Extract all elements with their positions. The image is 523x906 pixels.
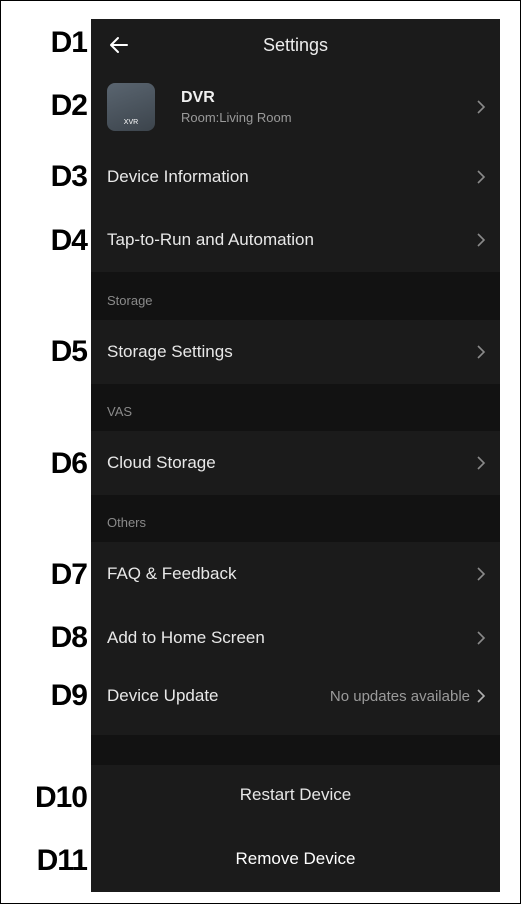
chevron-right-icon xyxy=(477,170,486,184)
callout-d3: D3 xyxy=(50,160,88,193)
callout-d8: D8 xyxy=(50,621,88,654)
restart-device-button[interactable]: Restart Device xyxy=(91,785,500,809)
section-spacer xyxy=(91,735,500,765)
chevron-right-icon xyxy=(477,631,486,645)
device-thumbnail: XVR xyxy=(107,83,155,131)
callout-d10: D10 xyxy=(34,781,88,814)
settings-screen: Settings XVR DVR Room:Living Room Device… xyxy=(91,19,500,892)
callout-d1: D1 xyxy=(50,26,88,59)
device-thumbnail-label: XVR xyxy=(123,119,139,126)
cloud-storage-row[interactable]: Cloud Storage xyxy=(91,432,500,494)
callout-d7: D7 xyxy=(50,558,88,591)
callout-d4: D4 xyxy=(50,224,88,257)
add-to-home-label: Add to Home Screen xyxy=(107,628,265,647)
section-others-label: Others xyxy=(107,515,147,530)
chevron-right-icon xyxy=(477,567,486,581)
device-room: Room:Living Room xyxy=(181,110,292,125)
tap-to-run-label: Tap-to-Run and Automation xyxy=(107,230,314,249)
device-information-label: Device Information xyxy=(107,167,249,186)
device-update-row[interactable]: Device Update No updates available xyxy=(91,669,500,723)
section-others: Others xyxy=(91,495,500,542)
remove-device-button[interactable]: Remove Device xyxy=(91,849,500,873)
chevron-right-icon xyxy=(477,456,486,470)
device-update-label: Device Update xyxy=(107,686,219,705)
device-row[interactable]: XVR DVR Room:Living Room xyxy=(91,77,500,137)
chevron-right-icon xyxy=(477,345,486,359)
chevron-right-icon xyxy=(477,233,486,247)
storage-settings-row[interactable]: Storage Settings xyxy=(91,321,500,383)
chevron-right-icon xyxy=(477,689,486,703)
device-update-status: No updates available xyxy=(329,687,470,705)
storage-settings-label: Storage Settings xyxy=(107,342,233,361)
cloud-storage-label: Cloud Storage xyxy=(107,453,216,472)
callout-d2: D2 xyxy=(50,89,88,122)
faq-feedback-row[interactable]: FAQ & Feedback xyxy=(91,543,500,605)
tap-to-run-row[interactable]: Tap-to-Run and Automation xyxy=(91,210,500,270)
chevron-right-icon xyxy=(477,100,486,114)
section-storage: Storage xyxy=(91,272,500,320)
section-storage-label: Storage xyxy=(107,293,153,308)
callout-d9: D9 xyxy=(50,679,88,712)
section-vas-label: VAS xyxy=(107,404,133,419)
callout-d5: D5 xyxy=(50,335,88,368)
callout-d11: D11 xyxy=(36,844,88,877)
device-name: DVR xyxy=(181,89,215,106)
device-text: DVR Room:Living Room xyxy=(181,89,476,125)
device-information-row[interactable]: Device Information xyxy=(91,147,500,207)
faq-feedback-label: FAQ & Feedback xyxy=(107,564,237,583)
page-title: Settings xyxy=(262,35,329,55)
callout-d6: D6 xyxy=(50,447,88,480)
add-to-home-row[interactable]: Add to Home Screen xyxy=(91,607,500,669)
header: Settings xyxy=(91,19,500,71)
section-vas: VAS xyxy=(91,384,500,431)
